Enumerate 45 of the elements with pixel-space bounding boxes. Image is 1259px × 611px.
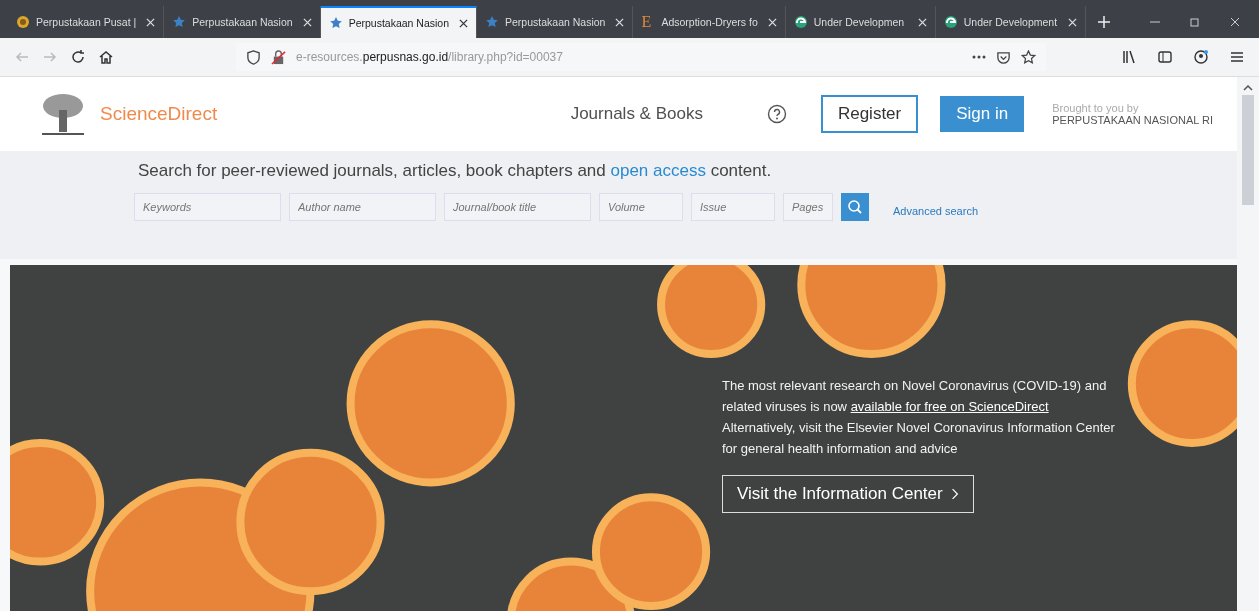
tree-logo-icon (40, 92, 86, 136)
institution-name: PERPUSTAKAAN NASIONAL RI (1052, 114, 1213, 126)
visit-center-button[interactable]: Visit the Information Center (722, 475, 974, 513)
padlock-icon (271, 49, 286, 65)
url-text: e-resources.perpusnas.go.id/library.php?id=00037 (296, 50, 563, 64)
pocket-icon[interactable] (996, 49, 1011, 65)
search-field[interactable]: Author name (289, 193, 436, 221)
menu-icon[interactable] (1229, 49, 1245, 65)
star-icon (328, 16, 343, 30)
search-field[interactable]: Pages (783, 193, 833, 221)
globe-icon (793, 15, 808, 29)
scroll-thumb[interactable] (1242, 95, 1254, 205)
letter-icon: E (641, 13, 656, 31)
scroll-up-icon[interactable] (1243, 85, 1253, 91)
journals-books-link[interactable]: Journals & Books (570, 104, 703, 124)
search-field[interactable]: Keywords (134, 193, 281, 221)
browser-tab[interactable]: Perpustakaan Nasion (320, 6, 478, 38)
home-icon[interactable] (98, 49, 114, 65)
library-icon[interactable] (1121, 49, 1137, 65)
star-icon (172, 15, 187, 29)
close-icon[interactable] (459, 18, 469, 28)
free-access-link[interactable]: available for free on ScienceDirect (850, 399, 1049, 414)
new-tab-icon[interactable] (1097, 16, 1110, 28)
emblem-icon (16, 15, 30, 29)
search-icon (847, 199, 863, 215)
shield-icon (246, 49, 261, 65)
brought-by-label: Brought to you by (1052, 102, 1140, 114)
search-intro-text: Search for peer-reviewed journals, articles, book chapters and open access content. (138, 161, 773, 181)
sidebar-icon[interactable] (1157, 49, 1173, 65)
more-icon[interactable] (972, 55, 986, 59)
register-button[interactable]: Register (820, 95, 919, 133)
reload-icon[interactable] (70, 49, 86, 65)
advanced-search-link[interactable]: Advanced search (893, 205, 978, 217)
star-icon (485, 15, 500, 29)
chevron-icon (950, 487, 959, 501)
banner-text: The most relevant research on Novel Coronavirus (COVID-19) and related viruses is now available for free on ScienceDirect Alternatively, visit the Elsevier Novel Coronavirus Information Center for general health information and advice (722, 377, 1116, 458)
restore-icon[interactable] (1189, 16, 1201, 28)
search-field[interactable]: Volume (599, 193, 683, 221)
search-field[interactable]: Journal/book title (444, 193, 591, 221)
search-button[interactable] (841, 193, 869, 221)
account-icon[interactable] (1193, 49, 1209, 65)
globe-icon (943, 15, 958, 29)
search-field[interactable]: Issue (691, 193, 775, 221)
help-icon[interactable] (766, 104, 787, 124)
star-icon[interactable] (1021, 49, 1036, 65)
